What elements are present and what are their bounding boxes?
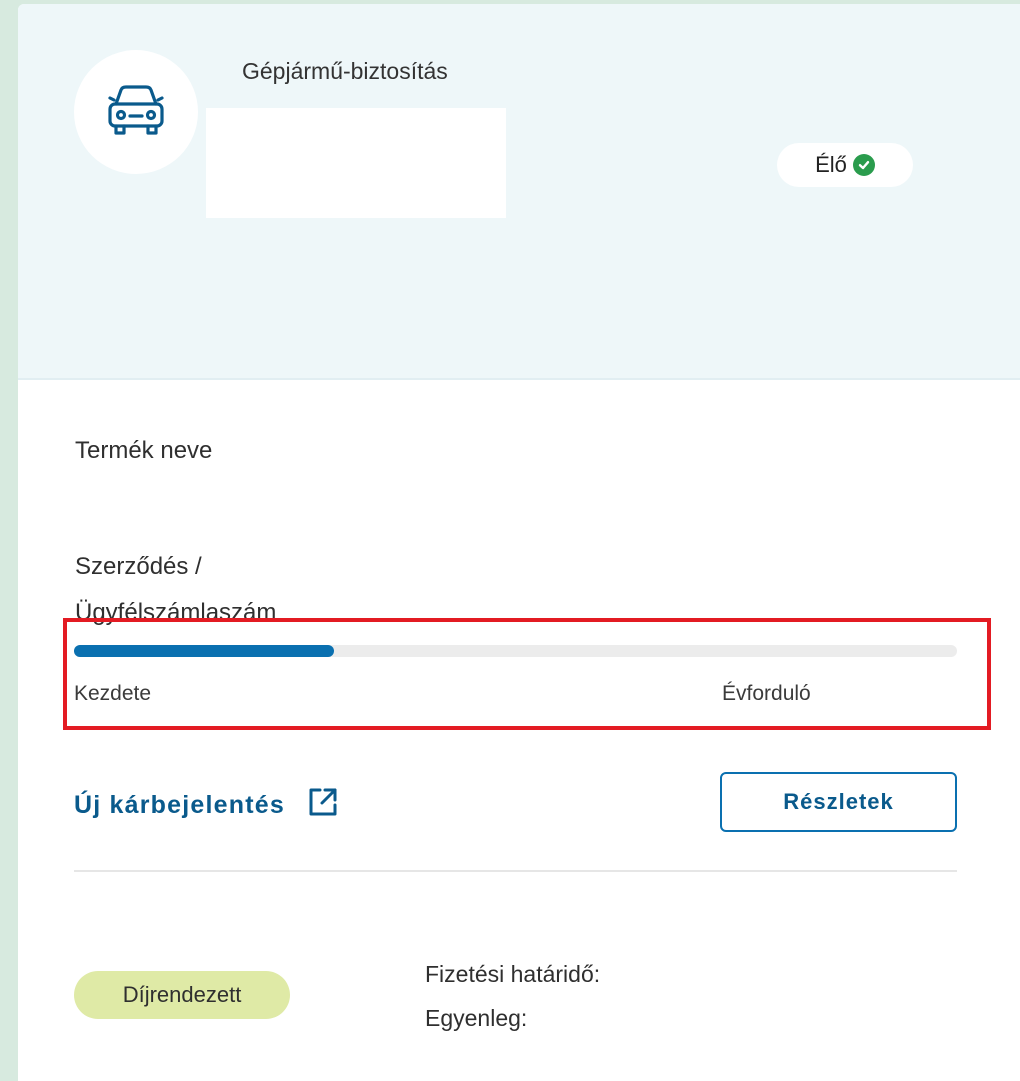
payment-info: Fizetési határidő: Egyenleg: — [425, 952, 600, 1040]
redacted-area — [206, 108, 506, 218]
progress-start-label: Kezdete — [74, 682, 152, 705]
external-link-icon — [307, 786, 339, 825]
check-circle-icon — [852, 154, 875, 176]
status-label: Élő — [815, 152, 847, 177]
highlight-annotation-box — [63, 618, 991, 730]
contract-progress-fill — [74, 645, 335, 657]
product-icon-circle — [74, 50, 198, 174]
insurance-card: Gépjármű-biztosítás Élő Termék neve Szer… — [18, 4, 1020, 1081]
contract-progress-bar — [74, 645, 957, 657]
balance-label: Egyenleg: — [425, 1005, 528, 1031]
details-button[interactable]: Részletek — [720, 772, 957, 832]
contract-label-line1: Szerződés / — [75, 553, 202, 580]
progress-end-label: Évforduló — [722, 682, 811, 705]
card-header: Gépjármű-biztosítás Élő — [18, 4, 1020, 380]
car-icon — [104, 82, 168, 143]
payment-due-date-label: Fizetési határidő: — [425, 961, 601, 987]
product-name-label: Termék neve — [75, 437, 213, 464]
payment-status-badge: Díjrendezett — [74, 971, 290, 1019]
new-claim-link[interactable]: Új kárbejelentés — [74, 786, 339, 825]
new-claim-link-label: Új kárbejelentés — [74, 791, 285, 819]
product-type-title: Gépjármű-biztosítás — [242, 58, 448, 84]
status-badge: Élő — [777, 143, 913, 187]
section-divider — [74, 870, 957, 872]
